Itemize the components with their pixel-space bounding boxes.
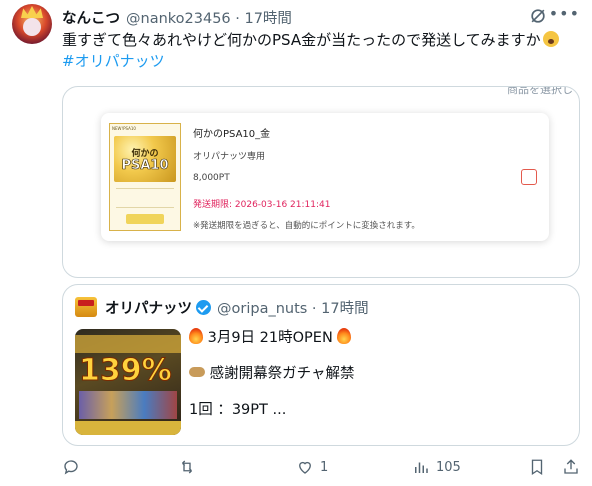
avatar-face [23,18,41,36]
prize-title: 何かのPSA10_金 [193,129,271,140]
prize-card-image: NEW!PSA10 何かの PSA10 [109,123,181,231]
cropped-label: 商品を選択し [507,86,573,96]
prize-note: ※発送期限を過ぎると、自動的にポイントに変換されます。 [193,221,420,231]
quoted-avatar [75,297,97,317]
avatar[interactable] [12,4,52,44]
card-image-gold: 何かの PSA10 [114,136,176,182]
quoted-handle-time: @oripa_nuts · 17時間 [217,300,369,317]
hashtag-link[interactable]: #オリパナッツ [62,52,165,70]
more-icon[interactable]: ••• [549,4,580,23]
fire-icon [337,328,352,344]
bookmark-icon [531,459,543,476]
quoted-display-name: オリパナッツ [105,300,192,317]
quoted-line-1: 3月9日 21時OPEN [189,327,354,349]
card-image-line2: PSA10 [121,158,169,174]
quoted-header: オリパナッツ @oripa_nuts · 17時間 [75,297,369,317]
quoted-line-2-text: 感謝開幕祭ガチャ解禁 [209,366,355,382]
share-button[interactable] [562,456,580,478]
card-image-top: NEW!PSA10 [112,126,136,131]
like-button[interactable]: 1 [296,456,328,478]
grok-icon[interactable] [528,6,548,26]
peanut-icon [189,367,205,377]
scream-emoji-icon [542,31,559,47]
reply-button[interactable] [62,456,86,478]
thumb-band [75,335,181,353]
bookmark-button[interactable] [528,456,546,478]
prize-price: 8,000PT [193,173,230,183]
quoted-tweet[interactable]: オリパナッツ @oripa_nuts · 17時間 139% 3月9日 21時O… [62,284,580,446]
prize-subtitle: オリパナッツ専用 [193,152,266,162]
tweet-header: なんこつ @nanko23456 · 17時間 ••• [62,4,580,28]
heart-icon [299,461,311,474]
tweet-body: 重すぎて色々あれやけど何かのPSA金が当たったので発送してみますか [62,31,541,49]
verified-badge-icon [196,299,211,315]
thumb-bottom-band [75,421,181,435]
share-icon [564,459,578,474]
avatar-crown [21,6,43,18]
views-icon [415,462,428,473]
prize-deadline: 発送期限: 2026-03-16 21:11:41 [193,200,331,210]
like-count: 1 [320,459,329,475]
card-image-fineprint [116,188,174,208]
repost-icon [182,460,192,474]
tweet-image[interactable]: 商品を選択し NEW!PSA10 何かの PSA10 何かのPSA10_金 オリ… [62,86,580,278]
view-count: 105 [436,459,461,475]
quoted-line-3: 1回 ：39PT ... [189,402,287,418]
quoted-text: 3月9日 21時OPEN 感謝開幕祭ガチャ解禁 1回 ：39PT ... [189,327,354,435]
card-image-stamp [126,214,164,224]
display-name[interactable]: なんこつ [62,7,120,28]
thumb-percent: 139% [79,353,173,389]
quoted-line-1-text: 3月9日 21時OPEN [207,330,333,346]
prize-card: NEW!PSA10 何かの PSA10 何かのPSA10_金 オリパナッツ専用 … [101,113,549,241]
quoted-line-2: 感謝開幕祭ガチャ解禁 [189,363,354,385]
action-bar: 1 105 [62,456,580,478]
reply-icon [64,460,78,475]
views-button[interactable]: 105 [412,456,461,478]
tweet-text: 重すぎて色々あれやけど何かのPSA金が当たったので発送してみますか #オリパナッ… [62,30,582,72]
select-checkbox [521,169,537,185]
repost-button[interactable] [178,456,202,478]
thumb-cards [79,391,177,419]
fire-icon [189,328,203,344]
handle-time[interactable]: @nanko23456 · 17時間 [126,7,292,28]
quoted-thumbnail: 139% [75,329,181,435]
